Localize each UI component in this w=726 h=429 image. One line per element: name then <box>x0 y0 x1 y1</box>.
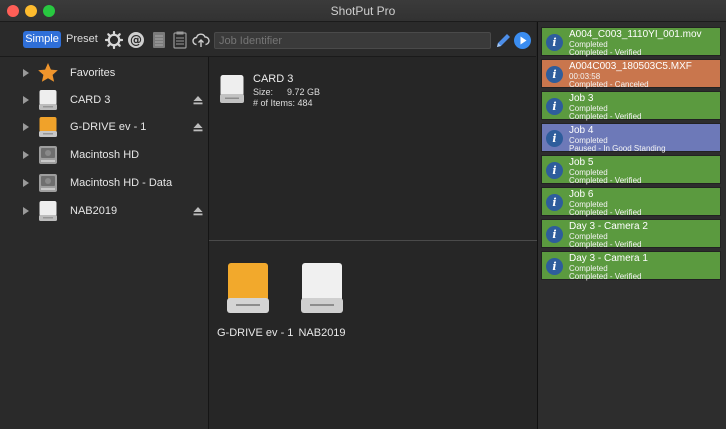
gear-icon[interactable] <box>105 31 123 49</box>
info-icon[interactable]: i <box>546 98 563 115</box>
job-title: A004_C003_1110YI_001.mov <box>569 29 702 40</box>
source-name: CARD 3 <box>253 73 294 85</box>
at-sign-icon[interactable]: @ <box>127 31 145 49</box>
eject-icon[interactable] <box>193 95 203 105</box>
items-value: 484 <box>297 98 313 108</box>
white-drive-icon <box>220 75 244 103</box>
job-result: Completed - Canceled <box>569 80 649 89</box>
simple-mode-tab[interactable]: Simple <box>23 31 61 48</box>
job-result: Completed - Verified <box>569 272 642 281</box>
sidebar-item-label: NAB2019 <box>70 205 118 217</box>
svg-text:@: @ <box>130 33 142 47</box>
disclosure-triangle-icon[interactable] <box>23 123 29 131</box>
info-icon[interactable]: i <box>546 258 563 275</box>
job-identifier-input[interactable] <box>214 32 491 49</box>
play-icon[interactable] <box>514 32 531 49</box>
job-result: Paused - In Good Standing <box>569 144 666 153</box>
job-item[interactable]: i Job 3 Completed Completed - Verified <box>541 91 721 121</box>
window-title: ShotPut Pro <box>330 4 396 18</box>
destination-nab2019[interactable]: NAB2019 <box>297 262 347 339</box>
info-icon[interactable]: i <box>546 130 563 147</box>
disclosure-triangle-icon[interactable] <box>23 179 29 187</box>
preset-mode-tab[interactable]: Preset <box>66 31 98 48</box>
job-title: A004C003_180503C5.MXF <box>569 61 692 72</box>
info-icon[interactable]: i <box>546 194 563 211</box>
job-title: Job 5 <box>569 157 594 168</box>
source-info: Size: 9.72 GB # of Items: 484 <box>253 87 320 109</box>
cloud-upload-icon[interactable] <box>192 31 210 49</box>
title-bar: ShotPut Pro <box>0 0 726 22</box>
job-result: Completed - Verified <box>569 48 642 57</box>
destinations-panel[interactable]: G-DRIVE ev - 1 NAB2019 <box>209 242 537 429</box>
white-drive-icon <box>301 263 343 313</box>
job-title: Job 6 <box>569 189 594 200</box>
size-value: 9.72 GB <box>287 87 321 97</box>
job-title: Job 4 <box>569 125 594 136</box>
job-item[interactable]: i A004_C003_1110YI_001.mov Completed Com… <box>541 27 721 57</box>
internal-drive-icon <box>39 146 57 164</box>
sidebar-item-label: CARD 3 <box>70 94 111 106</box>
job-item[interactable]: i Day 3 - Camera 2 Completed Completed -… <box>541 219 721 249</box>
info-icon[interactable]: i <box>546 34 563 51</box>
info-icon[interactable]: i <box>546 66 563 83</box>
sidebar-item-favorites[interactable]: Favorites <box>0 59 209 87</box>
destination-label: G-DRIVE ev - 1 <box>217 327 294 339</box>
job-result: Completed - Verified <box>569 176 642 185</box>
info-icon[interactable]: i <box>546 226 563 243</box>
sidebar-item-macintosh-hd[interactable]: Macintosh HD <box>0 141 209 169</box>
disclosure-triangle-icon[interactable] <box>23 207 29 215</box>
sidebar-item-nab2019[interactable]: NAB2019 <box>0 197 209 225</box>
sidebar-item-label: Macintosh HD <box>70 149 140 161</box>
app-window: ShotPut Pro Simple Preset @ Job Identifi… <box>0 0 726 429</box>
toolbar: Simple Preset @ <box>0 22 536 57</box>
sidebar: Favorites CARD 3 G-DRIVE ev - 1 Macintos… <box>0 57 209 429</box>
source-panel[interactable]: CARD 3 Size: 9.72 GB # of Items: 484 <box>209 57 537 241</box>
document-icon[interactable] <box>171 31 189 49</box>
sidebar-item-card3[interactable]: CARD 3 <box>0 86 209 114</box>
orange-drive-icon <box>227 263 269 313</box>
job-item[interactable]: i A004C003_180503C5.MXF 00:03:58 Complet… <box>541 59 721 89</box>
orange-drive-icon <box>39 117 57 137</box>
white-drive-icon <box>39 90 57 110</box>
items-label: # of Items: <box>253 98 296 108</box>
star-icon <box>38 63 58 82</box>
disclosure-triangle-icon[interactable] <box>23 96 29 104</box>
sidebar-item-label: Macintosh HD - Data <box>70 177 173 189</box>
eject-icon[interactable] <box>193 206 203 216</box>
white-drive-icon <box>39 201 57 221</box>
job-title: Day 3 - Camera 2 <box>569 221 648 232</box>
job-item[interactable]: i Day 3 - Camera 1 Completed Completed -… <box>541 251 721 281</box>
job-queue-panel: i A004_C003_1110YI_001.mov Completed Com… <box>537 22 726 429</box>
pencil-icon[interactable] <box>494 32 512 50</box>
destination-label: NAB2019 <box>298 327 346 339</box>
job-item[interactable]: i Job 6 Completed Completed - Verified <box>541 187 721 217</box>
sidebar-item-g-drive[interactable]: G-DRIVE ev - 1 <box>0 113 209 141</box>
info-icon[interactable]: i <box>546 162 563 179</box>
sidebar-item-macintosh-hd-data[interactable]: Macintosh HD - Data <box>0 169 209 197</box>
job-result: Completed - Verified <box>569 240 642 249</box>
job-title: Day 3 - Camera 1 <box>569 253 648 264</box>
job-title: Job 3 <box>569 93 594 104</box>
internal-drive-icon <box>39 174 57 192</box>
job-result: Completed - Verified <box>569 208 642 217</box>
job-result: Completed - Verified <box>569 112 642 121</box>
size-label: Size: <box>253 87 274 97</box>
job-item[interactable]: i Job 4 Completed Paused - In Good Stand… <box>541 123 721 153</box>
job-item[interactable]: i Job 5 Completed Completed - Verified <box>541 155 721 185</box>
disclosure-triangle-icon[interactable] <box>23 151 29 159</box>
sidebar-item-label: Favorites <box>70 67 116 79</box>
eject-icon[interactable] <box>193 122 203 132</box>
report-icon[interactable] <box>150 31 168 49</box>
destination-g-drive[interactable]: G-DRIVE ev - 1 <box>217 262 294 339</box>
sidebar-item-label: G-DRIVE ev - 1 <box>70 121 147 133</box>
disclosure-triangle-icon[interactable] <box>23 69 29 77</box>
